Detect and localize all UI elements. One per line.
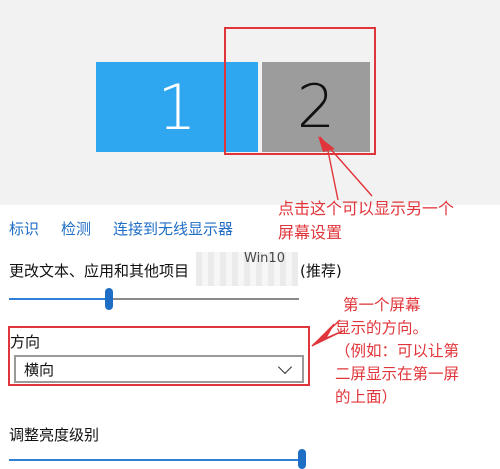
annotation-arrows — [311, 136, 373, 347]
arrow-to-monitor-2 — [318, 136, 373, 201]
arrow-to-orientation — [311, 319, 346, 347]
